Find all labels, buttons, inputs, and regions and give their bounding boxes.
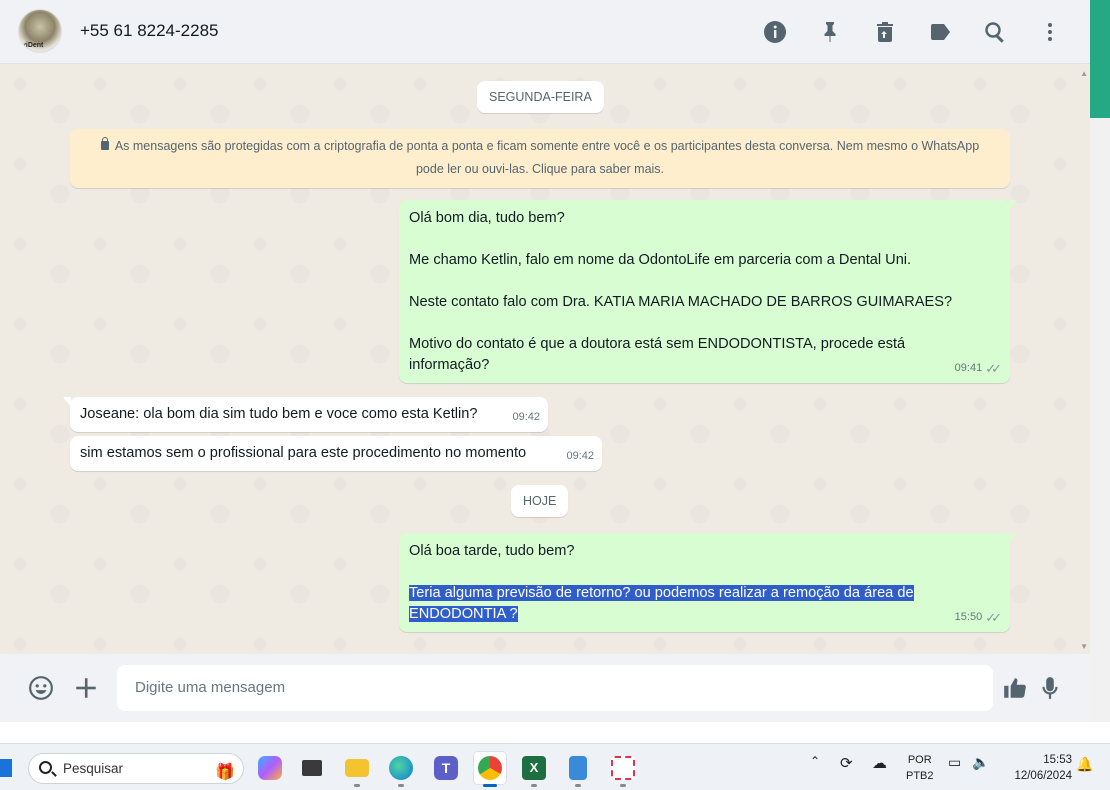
scroll-down-arrow-icon[interactable]: ▼ [1080,642,1088,651]
edge-icon[interactable] [385,752,417,787]
encryption-notice[interactable]: As mensagens são protegidas com a cripto… [70,129,1010,188]
scrollbar-thumb[interactable] [1090,0,1110,118]
label-icon[interactable] [924,16,956,48]
message-time: 15:50 [954,611,983,623]
message-input[interactable]: Digite uma mensagem [117,665,993,711]
message-meta: 09:42 [512,407,540,428]
message-meta: 15:50 ✓✓ [955,607,1002,628]
input-language[interactable]: POR PTB2 [906,752,934,784]
teams-icon[interactable]: T [430,752,462,784]
snipping-tool-icon[interactable] [607,752,639,787]
emoji-icon[interactable] [25,672,57,704]
date-divider: SEGUNDA-FEIRA [477,81,604,113]
running-indicator [575,784,581,787]
search-glass-icon [39,761,52,774]
message-list[interactable]: ▲ SEGUNDA-FEIRA As mensagens são protegi… [0,64,1090,654]
notepad-icon[interactable] [562,752,594,787]
scroll-up-arrow-icon[interactable]: ▲ [1080,69,1088,78]
message-meta: 09:41 ✓✓ [955,358,1002,379]
clock-time: 15:53 [1043,754,1072,766]
copilot-icon[interactable] [254,752,286,784]
message-meta: 09:42 [566,446,594,467]
message-time: 09:42 [512,411,540,423]
info-icon[interactable] [759,16,791,48]
chevron-up-icon[interactable]: ⌃ [810,754,820,768]
clock-date: 12/06/2024 [1014,770,1072,782]
onedrive-icon[interactable]: ☁ [872,754,887,772]
sync-icon[interactable]: ⟳ [840,754,853,772]
microphone-icon[interactable] [1034,672,1066,704]
bubble-tail [1009,200,1017,210]
chrome-icon[interactable] [474,752,506,787]
message-text: Me chamo Ketlin, falo em nome da OdontoL… [409,252,912,268]
running-indicator [483,784,497,787]
running-indicator [620,784,626,787]
running-indicator [531,784,537,787]
running-indicator [354,784,360,787]
contact-avatar[interactable]: viDent [18,9,62,53]
window-gap [0,722,1110,743]
message-incoming[interactable]: sim estamos sem o profissional para este… [70,436,602,471]
date-divider: HOJE [511,485,569,517]
message-text: Joseane: ola bom dia sim tudo bem e voce… [80,406,478,422]
running-indicator [398,784,404,787]
message-time: 09:42 [566,450,594,462]
taskbar: Pesquisar 🎁 T X ⌃ ⟳ ☁ POR PTB2 ▭ 🔈 15:53… [0,743,1110,790]
bubble-tail [1009,533,1017,543]
gift-icon: 🎁 [215,764,235,781]
message-text: Olá boa tarde, tudo bem? [409,543,575,559]
network-icon[interactable]: ▭ [948,754,961,771]
start-icon[interactable] [0,759,12,777]
lock-icon [100,137,109,150]
taskbar-search-label: Pesquisar [63,761,124,776]
search-icon[interactable] [979,16,1011,48]
message-text: Olá bom dia, tudo bem? [409,210,565,226]
language-code: POR [907,754,932,766]
header-actions [759,16,1066,48]
double-check-icon: ✓✓ [985,361,1002,376]
chat-header: viDent +55 61 8224-2285 [0,0,1090,64]
trash-icon[interactable] [869,16,901,48]
notification-bell-icon[interactable]: 🔔 [1076,756,1093,773]
attach-plus-icon[interactable] [70,672,102,704]
selected-message-text[interactable]: Teria alguma previsão de retorno? ou pod… [409,585,914,622]
thumbs-up-icon[interactable] [999,672,1031,704]
message-composer: Digite uma mensagem [0,654,1090,722]
message-time: 09:41 [954,362,983,374]
message-text: sim estamos sem o profissional para este… [80,445,527,461]
message-outgoing[interactable]: Olá boa tarde, tudo bem? Teria alguma pr… [399,533,1017,632]
excel-icon[interactable]: X [518,752,550,787]
volume-icon[interactable]: 🔈 [972,754,989,771]
message-text: Neste contato falo com Dra. KATIA MARIA … [409,294,953,310]
menu-icon[interactable] [1034,16,1066,48]
pin-icon[interactable] [814,16,846,48]
task-view-icon[interactable] [296,752,328,784]
whatsapp-window: viDent +55 61 8224-2285 ▲ SEGUNDA-FEIRA … [0,0,1090,722]
keyboard-layout: PTB2 [906,770,934,782]
contact-name[interactable]: +55 61 8224-2285 [80,21,219,41]
double-check-icon: ✓✓ [985,610,1002,625]
message-outgoing[interactable]: Olá bom dia, tudo bem? Me chamo Ketlin, … [399,200,1017,383]
file-explorer-icon[interactable] [341,752,373,787]
message-text: Motivo do contato é que a doutora está s… [409,336,906,373]
avatar-text: viDent [22,42,44,49]
encryption-notice-text: As mensagens são protegidas com a cripto… [114,139,980,176]
system-clock[interactable]: 15:53 12/06/2024 [1014,752,1072,784]
taskbar-search[interactable]: Pesquisar 🎁 [28,753,244,784]
message-incoming[interactable]: Joseane: ola bom dia sim tudo bem e voce… [63,397,548,432]
bubble-tail [63,397,71,407]
